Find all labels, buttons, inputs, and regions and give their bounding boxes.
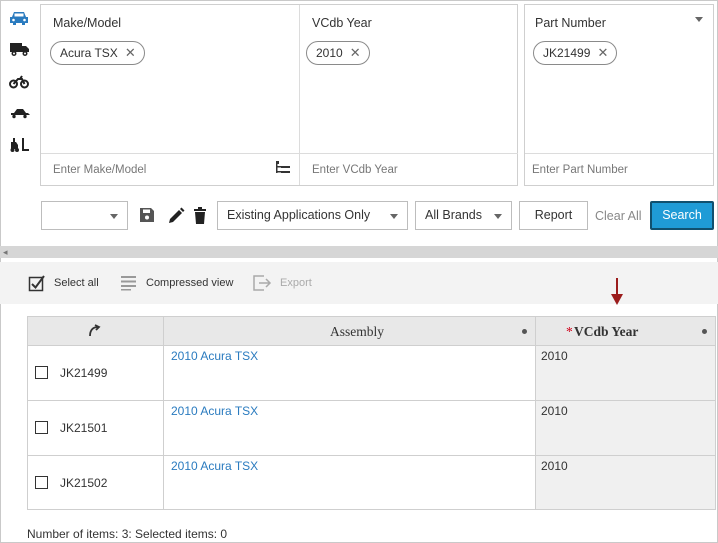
assembly-header-label: Assembly <box>330 324 384 339</box>
car-icon[interactable] <box>9 10 31 28</box>
applications-filter-value: Existing Applications Only <box>227 208 371 222</box>
list-icon <box>121 276 136 291</box>
compressed-view-button[interactable]: Compressed view <box>120 262 233 304</box>
chevron-down-icon <box>390 214 398 219</box>
part-number-chip-text: JK21499 <box>543 46 591 60</box>
remove-chip-icon[interactable]: ✕ <box>597 42 608 64</box>
select-all-label: Select all <box>54 277 99 289</box>
compressed-view-label: Compressed view <box>146 277 234 289</box>
required-marker: * <box>566 324 573 339</box>
row-checkbox[interactable] <box>35 421 48 434</box>
make-model-label: Make/Model <box>53 16 122 30</box>
vcdb-year-filter: VCdb Year 2010 ✕ Enter VCdb Year <box>300 5 518 185</box>
column-menu-icon[interactable] <box>702 329 707 334</box>
applications-filter-select[interactable]: Existing Applications Only <box>217 201 408 230</box>
table-row[interactable]: JK21501 2010 Acura TSX 2010 <box>28 401 715 456</box>
delete-icon[interactable] <box>193 207 207 228</box>
make-model-chip-text: Acura TSX <box>60 46 118 60</box>
down-arrow-icon <box>609 278 625 309</box>
part-number-chip[interactable]: JK21499 ✕ <box>533 41 618 65</box>
make-model-input[interactable]: Enter Make/Model <box>41 153 299 185</box>
vehicle-filter-panel: Make/Model Acura TSX ✕ Enter Make/Model … <box>40 4 518 186</box>
make-model-chip[interactable]: Acura TSX ✕ <box>50 41 145 65</box>
part-number-input[interactable]: Enter Part Number <box>525 153 713 185</box>
row-checkbox[interactable] <box>35 476 48 489</box>
part-number-cell: JK21501 <box>60 421 108 435</box>
vcdb-year-input[interactable]: Enter VCdb Year <box>300 153 518 185</box>
forklift-icon[interactable] <box>9 137 31 155</box>
clear-all-button[interactable]: Clear All <box>595 209 642 223</box>
part-number-filter: Part Number JK21499 ✕ Enter Part Number <box>525 5 713 185</box>
vcdb-year-cell: 2010 <box>541 459 568 473</box>
assembly-link[interactable]: 2010 Acura TSX <box>171 349 258 363</box>
row-checkbox[interactable] <box>35 366 48 379</box>
select-all-button[interactable]: Select all <box>28 262 99 304</box>
column-divider <box>163 317 164 509</box>
vcdb-year-header-label: VCdb Year <box>574 324 639 339</box>
chevron-down-icon <box>494 214 502 219</box>
chevron-down-icon <box>110 214 118 219</box>
export-icon <box>253 275 272 291</box>
part-number-panel: Part Number JK21499 ✕ Enter Part Number <box>524 4 714 186</box>
part-number-dropdown-icon[interactable] <box>695 17 703 22</box>
search-button[interactable]: Search <box>650 201 714 230</box>
checkbox-checked-icon <box>28 275 45 292</box>
link-column-header[interactable] <box>28 317 163 346</box>
column-divider <box>535 317 536 509</box>
motorcycle-icon[interactable] <box>9 74 31 92</box>
assembly-link[interactable]: 2010 Acura TSX <box>171 459 258 473</box>
items-status: Number of items: 3: Selected items: 0 <box>27 527 228 541</box>
panel-splitter[interactable]: ◂ <box>0 246 718 258</box>
brands-filter-value: All Brands <box>425 208 482 222</box>
assembly-link[interactable]: 2010 Acura TSX <box>171 404 258 418</box>
report-button[interactable]: Report <box>519 201 588 230</box>
remove-chip-icon[interactable]: ✕ <box>125 42 136 64</box>
assembly-column-header[interactable]: Assembly <box>163 317 535 346</box>
part-number-cell: JK21502 <box>60 476 108 490</box>
vcdb-year-chip-text: 2010 <box>316 46 343 60</box>
save-icon[interactable] <box>139 207 155 226</box>
truck-icon[interactable] <box>9 41 31 59</box>
part-number-label: Part Number <box>535 16 606 30</box>
collapse-left-icon[interactable]: ◂ <box>3 246 8 258</box>
edit-icon[interactable] <box>167 207 185 228</box>
export-label: Export <box>280 277 312 289</box>
snowmobile-icon[interactable] <box>9 106 31 124</box>
table-row[interactable]: JK21502 2010 Acura TSX 2010 <box>28 456 715 511</box>
vcdb-year-cell: 2010 <box>541 349 568 363</box>
vcdb-year-label: VCdb Year <box>312 16 372 30</box>
export-button[interactable]: Export <box>252 262 312 304</box>
tree-view-icon[interactable] <box>275 160 291 177</box>
part-number-cell: JK21499 <box>60 366 108 380</box>
vcdb-year-chip[interactable]: 2010 ✕ <box>306 41 370 65</box>
vcdb-year-column-header[interactable]: * VCdb Year <box>535 317 715 346</box>
table-row[interactable]: JK21499 2010 Acura TSX 2010 <box>28 346 715 401</box>
results-table: Assembly * VCdb Year JK21499 2010 Acura … <box>27 316 716 510</box>
vcdb-year-cell: 2010 <box>541 404 568 418</box>
make-model-filter: Make/Model Acura TSX ✕ Enter Make/Model <box>41 5 299 185</box>
saved-search-select[interactable] <box>41 201 128 230</box>
link-icon <box>87 324 101 342</box>
column-menu-icon[interactable] <box>522 329 527 334</box>
brands-filter-select[interactable]: All Brands <box>415 201 512 230</box>
remove-chip-icon[interactable]: ✕ <box>350 42 361 64</box>
